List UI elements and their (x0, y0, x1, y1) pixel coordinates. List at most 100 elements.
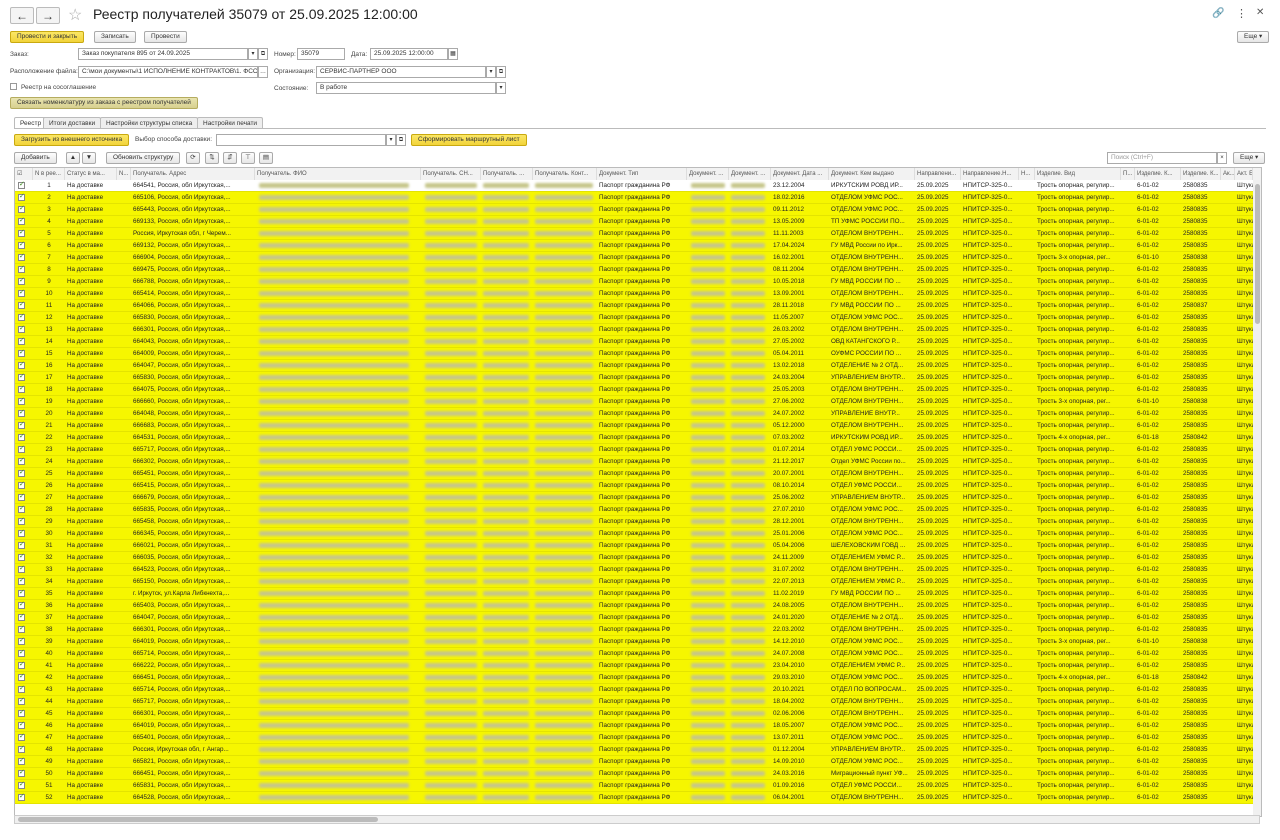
row-checkbox[interactable] (18, 540, 25, 549)
table-row[interactable]: 23 На доставке 665717, Россия, обл Иркутск… (15, 444, 1253, 456)
row-checkbox[interactable] (18, 744, 25, 753)
table-row[interactable]: 50 На доставке 666451, Россия, обл Иркутск… (15, 768, 1253, 780)
table-row[interactable]: 30 На доставке 666345, Россия, обл Иркутск… (15, 528, 1253, 540)
row-checkbox[interactable] (18, 396, 25, 405)
table-row[interactable]: 11 На доставке 664066, Россия, обл Иркутск… (15, 300, 1253, 312)
table-row[interactable]: 41 На доставке 666222, Россия, обл Иркутск… (15, 660, 1253, 672)
filter-icon[interactable]: ⊤ (241, 152, 255, 164)
row-checkbox[interactable] (18, 756, 25, 765)
header-col[interactable]: Направление.Н... (961, 168, 1019, 180)
number-field[interactable]: 35079 (297, 48, 345, 60)
row-checkbox[interactable] (18, 576, 25, 585)
table-row[interactable]: 4 На доставке 669133, Россия, обл Иркутска… (15, 216, 1253, 228)
table-row[interactable]: 19 На доставке 666660, Россия, обл Иркутск… (15, 396, 1253, 408)
header-col[interactable]: Документ. Дата ... (771, 168, 829, 180)
header-col[interactable]: Направлени... (915, 168, 961, 180)
row-checkbox[interactable] (18, 444, 25, 453)
header-col[interactable]: Изделие. К... (1135, 168, 1181, 180)
table-row[interactable]: 3 На доставке 665443, Россия, обл Иркутска… (15, 204, 1253, 216)
header-col[interactable]: П... (1121, 168, 1135, 180)
table-row[interactable]: 36 На доставке 665403, Россия, обл Иркутск… (15, 600, 1253, 612)
table-row[interactable]: 28 На доставке 665835, Россия, обл Иркутск… (15, 504, 1253, 516)
table-row[interactable]: 33 На доставке 664523, Россия, обл Иркутск… (15, 564, 1253, 576)
row-checkbox[interactable] (18, 792, 25, 801)
back-button[interactable]: ← (10, 7, 34, 24)
table-row[interactable]: 18 На доставке 664075, Россия, обл Иркутск… (15, 384, 1253, 396)
table-row[interactable]: 12 На доставке 665830, Россия, обл Иркутск… (15, 312, 1253, 324)
row-checkbox[interactable] (18, 708, 25, 717)
table-row[interactable]: 34 На доставке 665150, Россия, обл Иркутск… (15, 576, 1253, 588)
calendar-icon[interactable]: ▦ (448, 48, 458, 60)
row-checkbox[interactable] (18, 456, 25, 465)
row-checkbox[interactable] (18, 720, 25, 729)
registry-table[interactable]: ☑ N в рее... Статус в ма... N... Получат… (14, 167, 1262, 817)
close-icon[interactable]: ✕ (1256, 7, 1264, 18)
row-checkbox[interactable] (18, 624, 25, 633)
row-checkbox[interactable] (18, 672, 25, 681)
header-check[interactable]: ☑ (15, 168, 33, 180)
header-col[interactable]: Получатель. Адрес (131, 168, 255, 180)
link-icon[interactable]: 🔗 (1212, 8, 1224, 19)
table-row[interactable]: 10 На доставке 665414, Россия, обл Иркутск… (15, 288, 1253, 300)
row-checkbox[interactable] (18, 336, 25, 345)
header-col[interactable]: Изделие. Вид (1035, 168, 1121, 180)
state-field[interactable]: В работе (316, 82, 496, 94)
table-row[interactable]: 26 На доставке 665415, Россия, обл Иркутск… (15, 480, 1253, 492)
row-checkbox[interactable] (18, 180, 25, 189)
row-checkbox[interactable] (18, 564, 25, 573)
table-row[interactable]: 14 На доставке 664043, Россия, обл Иркутск… (15, 336, 1253, 348)
row-checkbox[interactable] (18, 612, 25, 621)
row-checkbox[interactable] (18, 768, 25, 777)
table-row[interactable]: 27 На доставке 666679, Россия, обл Иркутск… (15, 492, 1253, 504)
move-down-icon[interactable]: ▼ (82, 152, 96, 164)
row-checkbox[interactable] (18, 528, 25, 537)
row-checkbox[interactable] (18, 660, 25, 669)
organization-open-button[interactable]: ⧉ (496, 66, 506, 78)
header-col[interactable]: Документ. Кем выдано (829, 168, 915, 180)
table-row[interactable]: 5 На доставке Россия, Иркутская обл, г Чер… (15, 228, 1253, 240)
table-row[interactable]: 46 На доставке 664019, Россия, обл Иркутск… (15, 720, 1253, 732)
state-dropdown-button[interactable]: ▾ (496, 82, 506, 94)
row-checkbox[interactable] (18, 228, 25, 237)
table-row[interactable]: 6 На доставке 669132, Россия, обл Иркутска… (15, 240, 1253, 252)
table-row[interactable]: 52 На доставке 664528, Россия, обл Иркутск… (15, 792, 1253, 804)
order-dropdown-button[interactable]: ▾ (248, 48, 258, 60)
order-open-button[interactable]: ⧉ (258, 48, 268, 60)
grid-more-button[interactable]: Еще ▾ (1233, 152, 1266, 164)
table-row[interactable]: 49 На доставке 665821, Россия, обл Иркутск… (15, 756, 1253, 768)
row-checkbox[interactable] (18, 588, 25, 597)
row-checkbox[interactable] (18, 240, 25, 249)
row-checkbox[interactable] (18, 492, 25, 501)
row-checkbox[interactable] (18, 360, 25, 369)
row-checkbox[interactable] (18, 732, 25, 741)
table-row[interactable]: 24 На доставке 666302, Россия, обл Иркутск… (15, 456, 1253, 468)
table-row[interactable]: 1 На доставке 664541, Россия, обл Иркутска… (15, 180, 1253, 192)
table-row[interactable]: 2 На доставке 665106, Россия, обл Иркутска… (15, 192, 1253, 204)
header-col[interactable]: Получатель. СН... (421, 168, 481, 180)
row-checkbox[interactable] (18, 300, 25, 309)
row-checkbox[interactable] (18, 348, 25, 357)
table-row[interactable]: 48 На доставке Россия, Иркутская обл, г Ан… (15, 744, 1253, 756)
order-field[interactable]: Заказ покупателя 895 от 24.09.2025 (78, 48, 248, 60)
row-checkbox[interactable] (18, 636, 25, 645)
table-row[interactable]: 20 На доставке 664048, Россия, обл Иркутск… (15, 408, 1253, 420)
post-and-close-button[interactable]: Провести и закрыть (10, 31, 85, 43)
row-checkbox[interactable] (18, 480, 25, 489)
row-checkbox[interactable] (18, 696, 25, 705)
table-row[interactable]: 21 На доставке 666683, Россия, обл Иркутск… (15, 420, 1253, 432)
table-row[interactable]: 32 На доставке 666035, Россия, обл Иркутск… (15, 552, 1253, 564)
table-row[interactable]: 31 На доставке 666021, Россия, обл Иркутск… (15, 540, 1253, 552)
table-row[interactable]: 51 На доставке 665831, Россия, обл Иркутск… (15, 780, 1253, 792)
route-sheet-button[interactable]: Сформировать маршрутный лист (411, 134, 527, 146)
table-row[interactable]: 47 На доставке 665401, Россия, обл Иркутск… (15, 732, 1253, 744)
save-button[interactable]: Записать (94, 31, 136, 43)
header-col[interactable]: Н... (1019, 168, 1035, 180)
header-col[interactable]: Акт. Ед... (1235, 168, 1253, 180)
delivery-method-open[interactable]: ⧉ (396, 134, 406, 146)
header-col[interactable]: N... (117, 168, 131, 180)
row-checkbox[interactable] (18, 468, 25, 477)
table-row[interactable]: 43 На доставке 665714, Россия, обл Иркутск… (15, 684, 1253, 696)
update-structure-button[interactable]: Обновить структуру (106, 152, 181, 164)
row-checkbox[interactable] (18, 504, 25, 513)
horizontal-scroll-thumb[interactable] (18, 817, 378, 822)
